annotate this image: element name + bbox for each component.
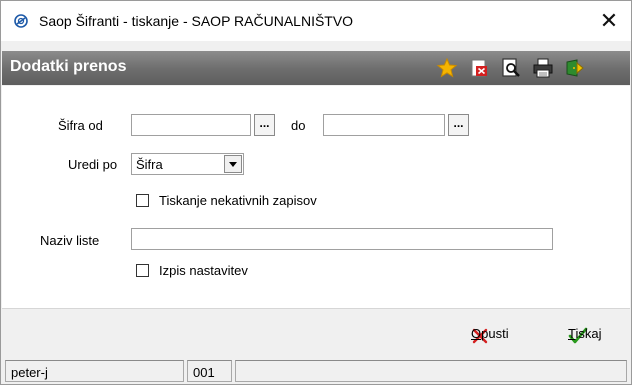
- sifra-do-field[interactable]: [323, 114, 445, 136]
- uredi-po-label: Uredi po: [68, 157, 118, 172]
- title-bar: Saop Šifranti - tiskanje - SAOP RAČUNALN…: [1, 1, 631, 41]
- sifra-do-browse-button[interactable]: ...: [448, 114, 469, 136]
- close-icon: ✕: [599, 8, 619, 33]
- exit-button[interactable]: [564, 57, 586, 79]
- favorite-button[interactable]: [436, 57, 458, 79]
- exit-icon: [564, 57, 586, 79]
- tiskanje-nekativnih-label: Tiskanje nekativnih zapisov: [159, 193, 317, 208]
- star-icon: [436, 57, 458, 79]
- print-preview-button[interactable]: [500, 57, 522, 79]
- izpis-nastavitev-label: Izpis nastavitev: [159, 263, 248, 278]
- tiskanje-nekativnih-checkbox[interactable]: [136, 194, 149, 207]
- ellipsis-label: ...: [453, 116, 464, 130]
- izpis-nastavitev-checkbox[interactable]: [136, 264, 149, 277]
- sifra-od-input[interactable]: [132, 115, 250, 135]
- close-button[interactable]: ✕: [587, 1, 631, 41]
- cancel-mnemonic: O: [471, 326, 482, 341]
- dialog-footer: Opusti Tiskaj: [2, 308, 630, 357]
- status-message: [235, 360, 627, 382]
- panel-title: Dodatki prenos: [10, 58, 127, 75]
- status-code: 001: [187, 360, 232, 382]
- printer-icon: [532, 57, 554, 79]
- dialog-window: Saop Šifranti - tiskanje - SAOP RAČUNALN…: [0, 0, 632, 385]
- sifra-od-browse-button[interactable]: ...: [254, 114, 275, 136]
- do-label: do: [291, 118, 306, 133]
- naziv-liste-label: Naziv liste: [40, 233, 100, 248]
- sifra-od-label: Šifra od: [58, 118, 103, 133]
- status-user: peter-j: [5, 360, 184, 382]
- sifra-do-input[interactable]: [324, 115, 444, 135]
- export-pdf-button[interactable]: [468, 57, 490, 79]
- saop-app-icon: [13, 13, 29, 29]
- sifra-od-field[interactable]: [131, 114, 251, 136]
- naziv-liste-field[interactable]: [131, 228, 553, 250]
- chevron-down-icon[interactable]: [224, 155, 242, 173]
- naziv-liste-input[interactable]: [132, 229, 552, 249]
- window-title: Saop Šifranti - tiskanje - SAOP RAČUNALN…: [39, 13, 354, 29]
- print-options-form: Šifra od ... do ... Uredi po Šifra Tiska…: [2, 86, 630, 308]
- pdf-export-icon: [468, 57, 490, 79]
- uredi-po-value: Šifra: [136, 157, 163, 172]
- cancel-label-rest: pusti: [481, 326, 509, 341]
- status-bar: peter-j 001: [2, 357, 630, 384]
- uredi-po-select[interactable]: Šifra: [131, 153, 244, 175]
- cancel-button-label: Opusti: [471, 326, 509, 341]
- panel-header: Dodatki prenos: [2, 51, 630, 85]
- print-label-rest: iskaj: [575, 326, 602, 341]
- print-button[interactable]: [532, 57, 554, 79]
- print-preview-icon: [500, 57, 522, 79]
- print-button-label: Tiskaj: [568, 326, 601, 341]
- ellipsis-label: ...: [259, 116, 270, 130]
